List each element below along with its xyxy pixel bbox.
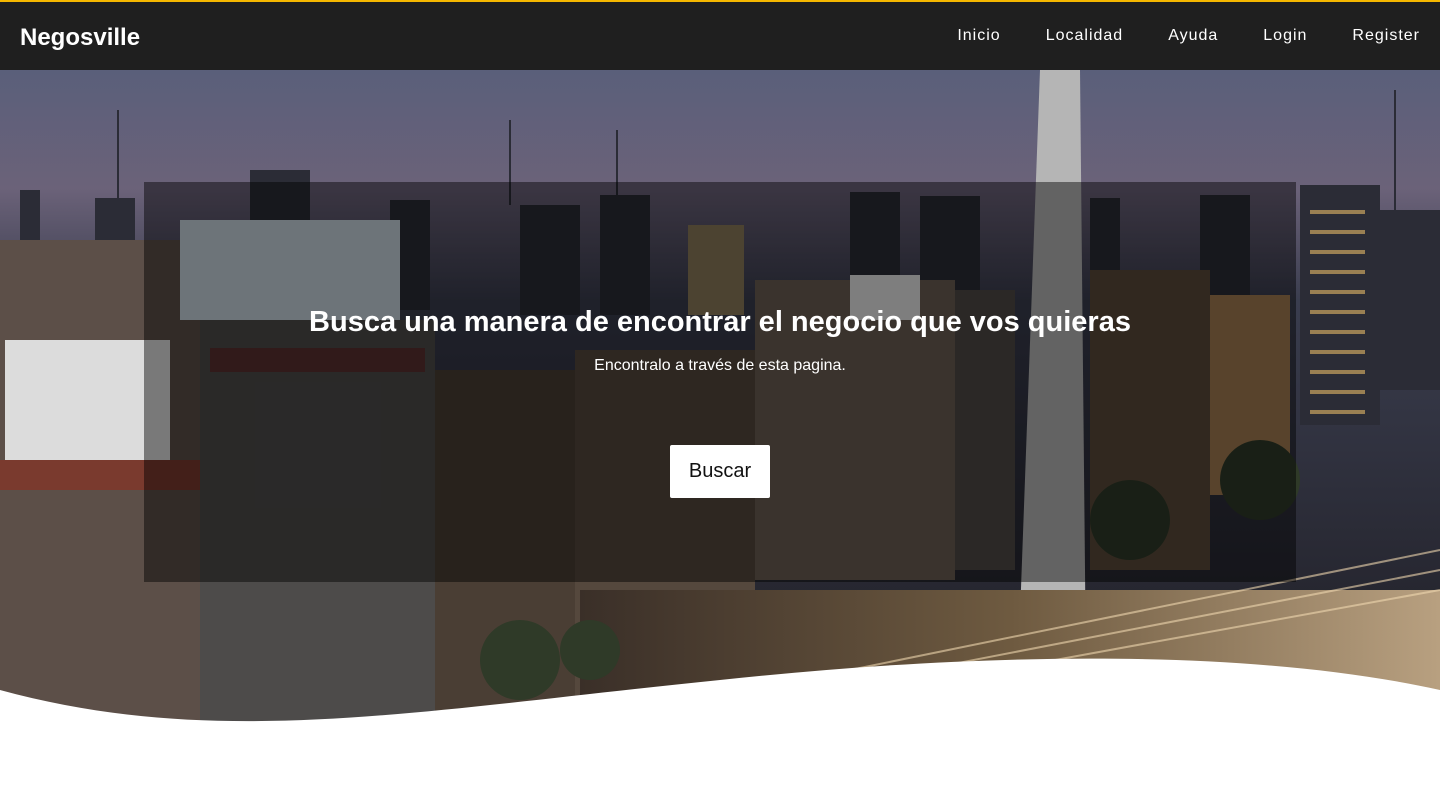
nav-link-login[interactable]: Login xyxy=(1263,27,1307,45)
nav-links: Inicio Localidad Ayuda Login Register xyxy=(912,27,1420,45)
nav-link-localidad[interactable]: Localidad xyxy=(1046,27,1124,45)
hero-section: Busca una manera de encontrar el negocio… xyxy=(0,70,1440,730)
hero-wave-divider xyxy=(0,658,1440,730)
brand-logo[interactable]: Negosville xyxy=(20,24,140,52)
nav-link-ayuda[interactable]: Ayuda xyxy=(1168,27,1218,45)
top-navbar: Negosville Inicio Localidad Ayuda Login … xyxy=(0,0,1440,70)
nav-link-register[interactable]: Register xyxy=(1352,27,1420,45)
nav-link-inicio[interactable]: Inicio xyxy=(957,27,1000,45)
